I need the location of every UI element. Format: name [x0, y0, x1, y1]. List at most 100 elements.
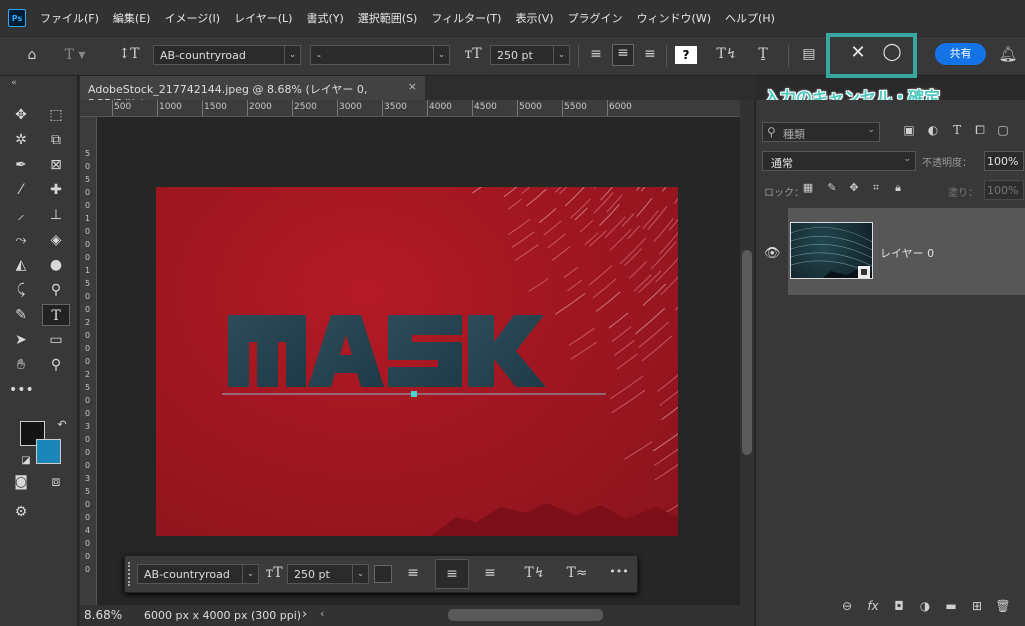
link-layers-icon[interactable]: ⊖: [838, 599, 856, 613]
menu-filter[interactable]: フィルター(T): [431, 10, 501, 26]
float-font-size-dropdown[interactable]: 250 pt ⌄: [287, 564, 369, 584]
path-select-icon[interactable]: ➤: [9, 329, 33, 351]
warp-text-icon[interactable]: T↯: [716, 46, 738, 62]
document-tab[interactable]: AdobeStock_217742144.jpeg @ 8.68% (レイヤー …: [80, 76, 425, 110]
zoom-blur-icon[interactable]: ⚲: [44, 279, 68, 301]
menu-select[interactable]: 選択範囲(S): [358, 10, 418, 26]
history-brush-icon[interactable]: ⤳: [9, 229, 33, 251]
paint-bucket-icon[interactable]: ◭: [9, 254, 33, 276]
commit-button[interactable]: ◯: [880, 42, 904, 62]
scroll-left-icon[interactable]: ‹: [320, 607, 324, 620]
swap-colors-icon[interactable]: ↶: [50, 414, 74, 436]
eraser-icon[interactable]: ◈: [44, 229, 68, 251]
fill-input[interactable]: 100%: [984, 180, 1024, 200]
menu-view[interactable]: 表示(V): [515, 10, 553, 26]
stamp-icon[interactable]: ⊥: [44, 204, 68, 226]
layer-filter-dropdown[interactable]: ⚲ 種類 ⌄: [762, 122, 880, 142]
align-left-icon[interactable]: ≡: [586, 46, 606, 62]
group-folder-icon[interactable]: ▬: [942, 599, 960, 613]
adjustment-layer-icon[interactable]: ◑: [916, 599, 934, 613]
object-select-icon[interactable]: ✲: [9, 129, 33, 151]
filter-pixel-icon[interactable]: ▣: [900, 123, 918, 137]
filter-adjustment-icon[interactable]: ◐: [924, 123, 942, 137]
lock-image-icon[interactable]: ✎: [824, 181, 840, 194]
new-layer-icon[interactable]: ⊞: [968, 599, 986, 613]
zoom-tool-icon[interactable]: ⚲: [44, 354, 68, 376]
more-tools-icon[interactable]: •••: [9, 379, 34, 401]
frame-tool-icon[interactable]: ⊠: [44, 154, 68, 176]
align-right-icon[interactable]: ≡: [640, 46, 660, 62]
type-tool-icon[interactable]: T: [42, 304, 70, 326]
align-center-icon[interactable]: ≡: [612, 44, 634, 66]
lock-artboard-icon[interactable]: ⌗: [868, 181, 884, 195]
crop-select-icon[interactable]: ⧉: [44, 129, 68, 151]
menu-type[interactable]: 書式(Y): [306, 10, 343, 26]
quick-mask-icon[interactable]: ◙: [9, 471, 33, 493]
trash-icon[interactable]: 🗑︎: [994, 599, 1012, 613]
float-text-options-icon[interactable]: T≈: [565, 565, 589, 581]
menu-help[interactable]: ヘルプ(H): [725, 10, 775, 26]
horizontal-scroll-thumb[interactable]: [448, 609, 603, 621]
rectangle-tool-icon[interactable]: ▭: [44, 329, 68, 351]
healing-brush-icon[interactable]: ✚: [44, 179, 68, 201]
bell-icon[interactable]: 🔔︎: [998, 45, 1018, 63]
cancel-button[interactable]: ✕: [846, 42, 870, 63]
collapse-icon[interactable]: «: [2, 72, 26, 94]
menu-edit[interactable]: 編集(E): [113, 10, 151, 26]
menu-window[interactable]: ウィンドウ(W): [637, 10, 711, 26]
float-color-swatch[interactable]: [374, 565, 392, 583]
menu-layer[interactable]: レイヤー(L): [234, 10, 292, 26]
drag-handle[interactable]: [128, 562, 132, 586]
close-tab-icon[interactable]: ×: [408, 80, 417, 93]
lock-all-icon[interactable]: 🔒︎: [890, 181, 906, 195]
filter-type-icon[interactable]: T: [948, 123, 966, 137]
float-font-family-dropdown[interactable]: AB-countryroad ⌄: [137, 564, 259, 584]
blend-mode-dropdown[interactable]: 通常 ⌄: [762, 151, 916, 171]
filter-smart-object-icon[interactable]: ▢: [994, 123, 1012, 137]
font-size-dropdown[interactable]: 250 pt ⌄: [490, 45, 570, 65]
move-tool-icon[interactable]: ✥: [9, 104, 33, 126]
document-canvas[interactable]: [156, 187, 678, 536]
font-family-dropdown[interactable]: AB-countryroad ⌄: [153, 45, 301, 65]
pen-icon[interactable]: ✎: [9, 304, 33, 326]
layer-name[interactable]: レイヤー 0: [880, 245, 934, 261]
add-mask-icon[interactable]: ◘: [890, 599, 908, 613]
lock-position-icon[interactable]: ✥: [846, 181, 862, 194]
marquee-tool-icon[interactable]: ⬚: [44, 104, 68, 126]
vertical-scroll-thumb[interactable]: [742, 250, 752, 455]
float-warp-icon[interactable]: T↯: [523, 565, 547, 581]
lock-transparent-icon[interactable]: ▦: [800, 181, 816, 194]
blur-icon[interactable]: ●: [44, 254, 68, 276]
menu-plugins[interactable]: プラグイン: [568, 10, 623, 26]
status-menu-arrow[interactable]: ›: [302, 607, 307, 622]
home-icon[interactable]: ⌂: [22, 47, 42, 63]
share-button[interactable]: 共有: [935, 43, 986, 65]
default-colors-icon[interactable]: ◪: [14, 450, 38, 472]
opacity-input[interactable]: 100%: [984, 151, 1024, 171]
visibility-eye-icon[interactable]: 👁︎: [764, 246, 781, 261]
character-panel-icon[interactable]: ▤: [799, 46, 819, 62]
hand-tool-icon[interactable]: ✋︎: [9, 354, 33, 376]
zoom-level[interactable]: 8.68%: [84, 608, 122, 622]
mask-text[interactable]: [222, 315, 606, 397]
float-more-icon[interactable]: •••: [607, 565, 631, 578]
fx-icon[interactable]: fx: [864, 599, 882, 613]
3d-text-icon[interactable]: Ṯ: [752, 46, 774, 62]
text-color-swatch[interactable]: ?: [675, 46, 697, 64]
float-align-right-icon[interactable]: ≡: [480, 565, 500, 581]
eyedropper-icon[interactable]: ⁄: [9, 179, 33, 201]
pen-brush-icon[interactable]: ✒: [9, 154, 33, 176]
menu-image[interactable]: イメージ(I): [164, 10, 220, 26]
menu-file[interactable]: ファイル(F): [40, 10, 99, 26]
background-color-swatch[interactable]: [36, 439, 61, 464]
text-orientation-icon[interactable]: ↕T: [118, 46, 140, 62]
dodge-icon[interactable]: ⤹: [9, 279, 33, 301]
float-align-center-icon[interactable]: ≡: [435, 559, 469, 589]
screen-mode-icon[interactable]: ⧈: [44, 471, 68, 493]
filter-shape-icon[interactable]: ⧠: [971, 123, 989, 138]
edit-toolbar-icon[interactable]: ⚙: [9, 501, 33, 523]
font-style-dropdown[interactable]: - ⌄: [310, 45, 450, 65]
float-align-left-icon[interactable]: ≡: [403, 565, 423, 581]
brush-icon[interactable]: ⸝: [9, 204, 33, 226]
type-tool-preset-icon[interactable]: T ▾: [60, 47, 90, 63]
